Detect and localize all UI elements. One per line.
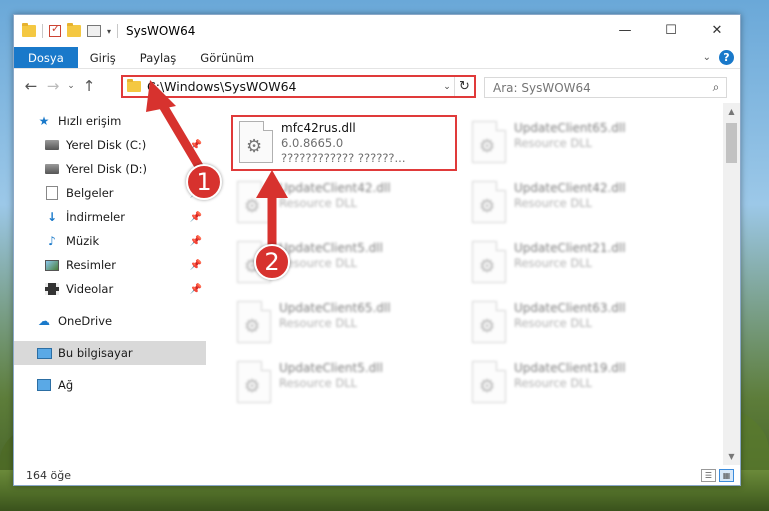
step-marker-2: 2 — [254, 244, 290, 280]
arrow-1-shaft — [157, 99, 205, 173]
arrow-2-head — [256, 170, 288, 198]
arrow-1-head — [146, 80, 176, 112]
step-marker-1: 1 — [186, 164, 222, 200]
annotation-arrows — [146, 80, 288, 249]
